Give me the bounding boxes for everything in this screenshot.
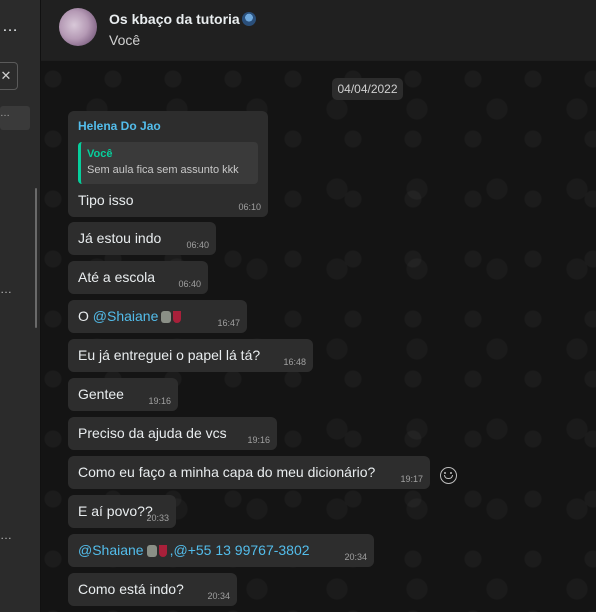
chat-area[interactable]: 04/04/2022 Helena Do Jao Você Sem aula f… (41, 61, 596, 612)
message-time: 19:17 (400, 474, 423, 484)
more-icon[interactable]: … (2, 18, 19, 36)
avatar[interactable] (59, 8, 97, 46)
mention-link[interactable]: ,@+55 13 99767-3802 (170, 542, 310, 558)
mention-link[interactable]: @Shaiane (93, 308, 159, 324)
message-time: 19:16 (148, 396, 171, 406)
message-text: Eu já entreguei o papel lá tá? (78, 347, 261, 363)
message-bubble[interactable]: Já estou indo 06:40 (68, 222, 216, 255)
chat-title[interactable]: Os kbaço da tutoria (109, 11, 256, 27)
message-text: Como está indo? (78, 581, 184, 597)
message-text: E aí povo?? (78, 503, 153, 519)
message-bubble[interactable]: Eu já entreguei o papel lá tá? 16:48 (68, 339, 313, 372)
message-bubble[interactable]: O @Shaiane 16:47 (68, 300, 247, 333)
chat-subtitle: Você (109, 32, 141, 48)
globe-emoji-icon (241, 12, 256, 26)
message-bubble[interactable]: @Shaiane ,@+55 13 99767-3802 20:34 (68, 534, 374, 567)
emoji-icon[interactable] (440, 467, 457, 484)
message-time: 20:34 (207, 591, 230, 601)
message-text: Já estou indo (78, 230, 162, 246)
message-time: 19:16 (247, 435, 270, 445)
quoted-sender: Você (87, 148, 113, 160)
sidebar-selected-item[interactable]: … (0, 106, 30, 130)
message-text: Gentee (78, 386, 124, 402)
message-time: 16:48 (283, 357, 306, 367)
sidebar: … ✕ … … … (0, 0, 41, 612)
message-bubble[interactable]: Como eu faço a minha capa do meu dicioná… (68, 456, 430, 489)
sidebar-item-ellipsis[interactable]: … (0, 528, 12, 542)
chat-title-text: Os kbaço da tutoria (109, 11, 240, 27)
close-icon[interactable]: ✕ (0, 62, 18, 90)
chat-header[interactable]: Os kbaço da tutoria Você (41, 0, 596, 60)
message-time: 06:40 (186, 240, 209, 250)
message-time: 06:10 (238, 202, 261, 212)
mention-link[interactable]: @Shaiane (78, 542, 144, 558)
quoted-message[interactable]: Você Sem aula fica sem assunto kkk (78, 142, 258, 184)
message-time: 20:33 (146, 513, 169, 523)
date-chip: 04/04/2022 (332, 78, 403, 100)
wine-glass-icon (173, 311, 182, 323)
message-prefix: O (78, 308, 93, 324)
message-bubble[interactable]: Gentee 19:16 (68, 378, 178, 411)
message-sender[interactable]: Helena Do Jao (78, 119, 161, 133)
message-text: Até a escola (78, 269, 156, 285)
message-text: @Shaiane ,@+55 13 99767-3802 (78, 542, 310, 558)
sticker-icon (146, 545, 157, 557)
message-bubble[interactable]: Como está indo? 20:34 (68, 573, 237, 606)
message-time: 06:40 (178, 279, 201, 289)
sidebar-item-ellipsis[interactable]: … (0, 282, 12, 296)
message-bubble[interactable]: Preciso da ajuda de vcs 19:16 (68, 417, 277, 450)
message-text: Como eu faço a minha capa do meu dicioná… (78, 464, 376, 480)
quoted-text: Sem aula fica sem assunto kkk (87, 164, 239, 176)
message-bubble[interactable]: Helena Do Jao Você Sem aula fica sem ass… (68, 111, 268, 217)
message-time: 16:47 (217, 318, 240, 328)
message-time: 20:34 (344, 552, 367, 562)
message-bubble[interactable]: E aí povo?? 20:33 (68, 495, 176, 528)
sidebar-scrollbar[interactable] (35, 188, 37, 328)
wine-glass-icon (158, 545, 167, 557)
message-text: Tipo isso (78, 192, 134, 208)
sticker-icon (161, 311, 172, 323)
message-text: Preciso da ajuda de vcs (78, 425, 227, 441)
message-bubble[interactable]: Até a escola 06:40 (68, 261, 208, 294)
message-text: O @Shaiane (78, 308, 182, 324)
